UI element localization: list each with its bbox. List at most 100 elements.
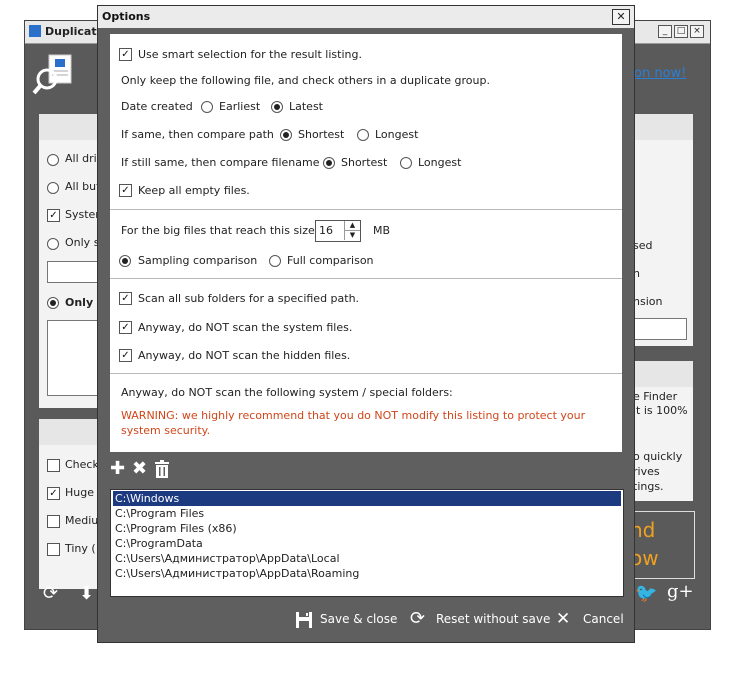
warning-line-2: system security.	[121, 424, 211, 437]
scan-sub-checkbox[interactable]: ✓	[119, 292, 132, 305]
dialog-titlebar: Options ✕	[98, 6, 634, 28]
dialog-title: Options	[102, 10, 151, 23]
full-comparison-label: Full comparison	[287, 254, 374, 267]
size-spinbox[interactable]: 16 ▲ ▼	[315, 220, 361, 242]
filter-label-1: Check	[65, 458, 99, 471]
promo-box[interactable]: nd ow	[625, 511, 695, 579]
filename-shortest-label: Shortest	[341, 156, 388, 169]
no-system-label: Anyway, do NOT scan the system files.	[138, 321, 353, 334]
date-latest-radio[interactable]	[271, 101, 283, 113]
reset-label: Reset without save	[436, 612, 551, 626]
scope-label-3: Syster	[65, 208, 100, 221]
path-input[interactable]	[47, 261, 101, 283]
list-item[interactable]: C:\ProgramData	[113, 536, 621, 551]
info-line-5: tings.	[633, 480, 664, 493]
scope-radio-1[interactable]	[47, 154, 59, 166]
save-icon	[296, 612, 312, 628]
cancel-label: Cancel	[583, 612, 624, 626]
folders-text: Anyway, do NOT scan the following system…	[121, 386, 453, 399]
compare-path-label: If same, then compare path	[121, 128, 274, 141]
maximize-button[interactable]: □	[674, 25, 688, 38]
spin-up-icon[interactable]: ▲	[344, 221, 360, 231]
delete-all-icon[interactable]	[155, 460, 169, 478]
divider	[110, 278, 622, 279]
download-icon[interactable]: ⬇	[79, 583, 94, 604]
no-system-checkbox[interactable]: ✓	[119, 321, 132, 334]
info-line-4: rives	[633, 465, 660, 478]
path-longest-radio[interactable]	[357, 129, 369, 141]
no-hidden-checkbox[interactable]: ✓	[119, 349, 132, 362]
sampling-label: Sampling comparison	[138, 254, 258, 267]
close-button[interactable]: ×	[690, 25, 704, 38]
list-item[interactable]: C:\Program Files (x86)	[113, 521, 621, 536]
extension-input[interactable]	[633, 318, 687, 340]
folder-list-box[interactable]	[47, 320, 101, 396]
divider	[110, 209, 622, 210]
smart-selection-label: Use smart selection for the result listi…	[138, 48, 362, 61]
google-plus-icon[interactable]: g+	[667, 581, 694, 602]
compare-filename-label: If still same, then compare filename	[121, 156, 320, 169]
right-options-panel: sed n nsion	[633, 114, 693, 346]
list-item[interactable]: C:\Users\Администратор\AppData\Local	[113, 551, 621, 566]
sampling-radio[interactable]	[119, 255, 131, 267]
keep-empty-checkbox[interactable]: ✓	[119, 184, 132, 197]
date-created-label: Date created	[121, 100, 193, 113]
list-item[interactable]: C:\Windows	[113, 491, 621, 506]
cancel-icon: ✕	[556, 609, 571, 629]
smart-selection-checkbox[interactable]: ✓	[119, 48, 132, 61]
filter-label-4: Tiny (	[65, 542, 96, 555]
scope-check-3[interactable]: ✓	[47, 209, 60, 222]
keep-file-text: Only keep the following file, and check …	[121, 74, 490, 87]
big-files-label: For the big files that reach this size	[121, 224, 315, 237]
filter-label-2: Huge	[65, 486, 94, 499]
list-item[interactable]: C:\Program Files	[113, 506, 621, 521]
main-title: Duplicate	[45, 25, 105, 38]
panel-header	[39, 419, 99, 445]
scope-label-1: All dri	[65, 152, 97, 165]
list-item[interactable]: C:\Users\Администратор\AppData\Roaming	[113, 566, 621, 581]
filename-shortest-radio[interactable]	[323, 157, 335, 169]
add-icon[interactable]: ✚	[110, 460, 125, 478]
keep-empty-label: Keep all empty files.	[138, 184, 250, 197]
path-shortest-radio[interactable]	[280, 129, 292, 141]
panel-header	[633, 114, 693, 140]
options-dialog: Options ✕ ✓ Use smart selection for the …	[97, 5, 635, 643]
filter-check-1[interactable]	[47, 459, 60, 472]
date-earliest-radio[interactable]	[201, 101, 213, 113]
scope-radio-4[interactable]	[47, 238, 59, 250]
spin-down-icon[interactable]: ▼	[344, 231, 360, 240]
scope-radio-2[interactable]	[47, 182, 59, 194]
right-text-1: sed	[633, 239, 653, 252]
filter-panel: Check ✓ Huge Mediu Tiny (	[39, 419, 99, 589]
info-line-2: lt is 100%	[633, 404, 688, 417]
info-panel: e Finder lt is 100% o quickly rives ting…	[633, 361, 693, 501]
remove-icon[interactable]: ✖	[132, 460, 147, 478]
size-unit: MB	[373, 224, 391, 237]
dialog-close-button[interactable]: ✕	[612, 9, 630, 25]
info-line-1: e Finder	[633, 390, 678, 403]
filter-check-4[interactable]	[47, 543, 60, 556]
path-longest-label: Longest	[375, 128, 419, 141]
date-latest-label: Latest	[289, 100, 323, 113]
path-shortest-label: Shortest	[298, 128, 345, 141]
filename-longest-radio[interactable]	[400, 157, 412, 169]
full-comparison-radio[interactable]	[269, 255, 281, 267]
filename-longest-label: Longest	[418, 156, 462, 169]
refresh-icon[interactable]: ⟳	[43, 583, 58, 604]
info-line-3: o quickly	[633, 450, 683, 463]
filter-check-3[interactable]	[47, 515, 60, 528]
no-hidden-label: Anyway, do NOT scan the hidden files.	[138, 349, 351, 362]
scope-radio-5[interactable]	[47, 297, 59, 309]
filter-check-2[interactable]: ✓	[47, 487, 60, 500]
scope-label-4: Only s	[65, 236, 100, 249]
minimize-button[interactable]: _	[658, 25, 672, 38]
excluded-folders-list[interactable]: C:\Windows C:\Program Files C:\Program F…	[110, 489, 624, 597]
save-close-label: Save & close	[320, 612, 398, 626]
date-earliest-label: Earliest	[219, 100, 261, 113]
divider	[110, 373, 622, 374]
upgrade-link[interactable]: on now!	[634, 66, 686, 81]
scan-scope-panel: All dri All but ✓ Syster Only s Only s	[39, 114, 104, 408]
reset-icon: ⟳	[410, 608, 426, 629]
panel-header	[633, 361, 693, 387]
twitter-icon[interactable]: 🐦	[635, 583, 657, 604]
